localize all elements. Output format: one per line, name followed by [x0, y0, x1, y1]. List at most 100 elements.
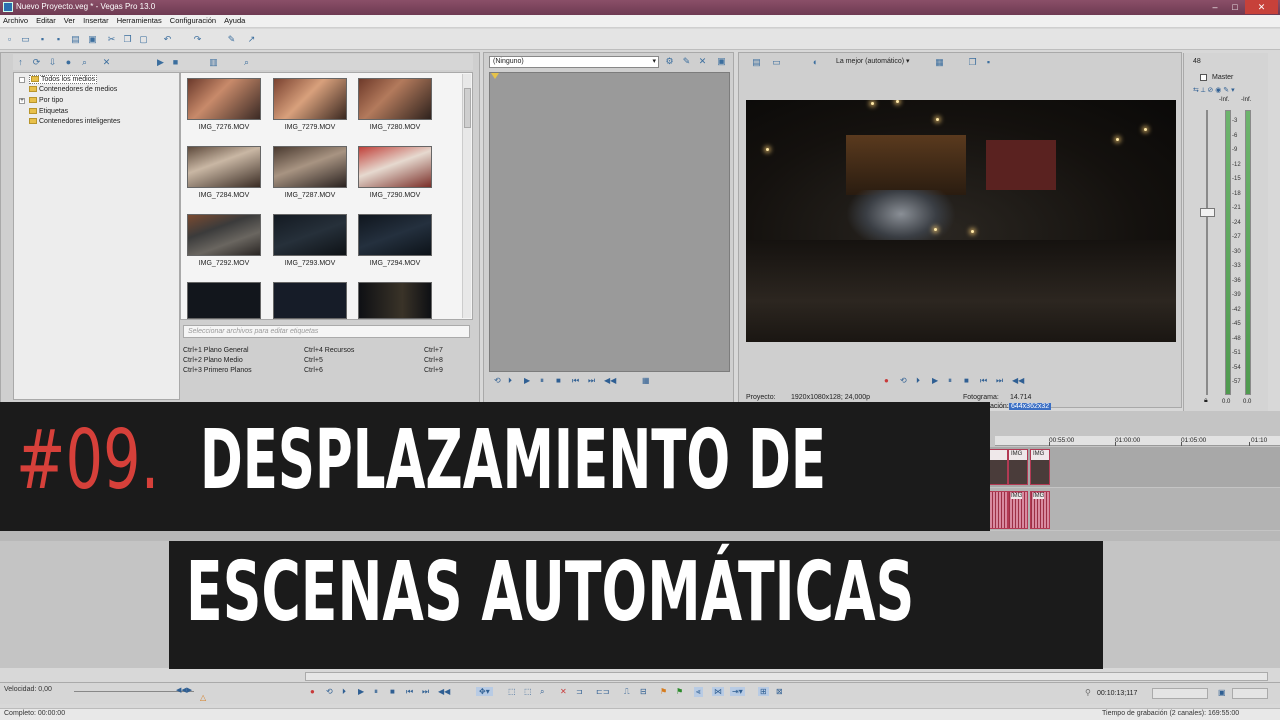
trimmer-tool-icon[interactable]: ⚙ — [664, 56, 675, 67]
menu-editar[interactable]: Editar — [33, 15, 59, 26]
next-icon[interactable]: ⏭ — [422, 687, 429, 697]
open-icon[interactable]: ▭ — [20, 34, 31, 45]
external-monitor-icon[interactable]: ▭ — [771, 57, 782, 68]
prev-icon[interactable]: ⏮ — [980, 376, 987, 386]
pause-icon[interactable]: ⏸ — [948, 376, 952, 386]
selection-length-field[interactable] — [1152, 688, 1208, 699]
master-properties-icon[interactable] — [1200, 74, 1207, 81]
region-icon[interactable]: ⚑ — [676, 687, 683, 696]
trimmer-tool-icon[interactable]: ✎ — [681, 56, 692, 67]
save-snapshot-icon[interactable]: ▪ — [983, 57, 994, 68]
cursor-timecode[interactable]: 00:10:13;117 — [1097, 690, 1137, 697]
media-thumbnail[interactable] — [187, 146, 261, 188]
media-thumbnail[interactable] — [187, 214, 261, 256]
record-icon[interactable]: ● — [310, 687, 315, 696]
video-clip[interactable]: IMG — [1030, 449, 1050, 485]
play-icon[interactable]: ▶ — [524, 376, 530, 385]
prev-icon[interactable]: ⏮ — [406, 687, 413, 697]
speed-marker-icon[interactable]: △ — [200, 693, 206, 702]
media-thumbnail[interactable] — [273, 78, 347, 120]
master-fx-icons[interactable]: ⇆ ⟂ ⊘ ◉ ✎ ▾ — [1193, 86, 1235, 95]
menu-insertar[interactable]: Insertar — [80, 15, 111, 26]
new-project-icon[interactable]: ▫ — [4, 34, 15, 45]
menu-configuracion[interactable]: Configuración — [167, 15, 219, 26]
next-icon[interactable]: ⏭ — [588, 376, 595, 386]
play-media-icon[interactable]: ▶ — [155, 57, 166, 68]
overlays-icon[interactable]: ▦ — [934, 57, 945, 68]
tree-item-todos[interactable]: Todos los medios — [29, 75, 98, 84]
expander[interactable]: + — [19, 98, 25, 104]
remove-icon[interactable]: ✕ — [101, 57, 112, 68]
timeline-scrollbar[interactable] — [305, 672, 1268, 681]
media-thumbnail[interactable] — [273, 282, 347, 319]
video-clip[interactable]: IMG — [1008, 449, 1028, 485]
media-thumbnail[interactable] — [273, 214, 347, 256]
delete-icon[interactable]: ✕ — [560, 687, 567, 696]
selection-tool-icon[interactable]: ⬚ — [524, 687, 532, 696]
prev-frame-icon[interactable]: ◀◀ — [1012, 376, 1024, 385]
normal-edit-tool-icon[interactable]: ✥▾ — [476, 687, 493, 696]
menu-ayuda[interactable]: Ayuda — [221, 15, 248, 26]
loop-icon[interactable]: ⟲ — [900, 376, 907, 385]
media-thumbnail[interactable] — [358, 282, 432, 319]
undo-icon[interactable]: ↶ — [162, 34, 173, 45]
record-icon[interactable]: ● — [884, 376, 889, 385]
video-clip[interactable] — [988, 449, 1008, 485]
preview-properties-icon[interactable]: ▤ — [751, 57, 762, 68]
zoom-tool-icon[interactable]: ⌕ — [540, 687, 544, 697]
stop-media-icon[interactable]: ■ — [170, 57, 181, 68]
media-thumbnail[interactable] — [358, 78, 432, 120]
meter-field[interactable] — [1232, 688, 1268, 699]
tree-item-etiquetas[interactable]: Etiquetas — [29, 108, 68, 115]
views-icon[interactable]: ▥ — [208, 57, 219, 68]
trimmer-preview-icon[interactable]: ▣ — [716, 56, 727, 67]
next-icon[interactable]: ⏭ — [996, 376, 1003, 386]
loop-icon[interactable]: ⟲ — [494, 376, 501, 385]
copy-icon[interactable]: ❐ — [122, 34, 133, 45]
render-icon[interactable]: ▤ — [70, 34, 81, 45]
media-thumbnail[interactable] — [187, 78, 261, 120]
tag-input[interactable]: Seleccionar archivos para editar etiquet… — [183, 325, 470, 338]
master-fader-knob[interactable] — [1200, 208, 1215, 217]
audio-clip[interactable]: IMG — [1008, 491, 1028, 529]
ignore-grouping-icon[interactable]: ⊠ — [776, 687, 783, 696]
edit-tool-icon[interactable]: ✎ — [226, 34, 237, 45]
split-icon[interactable]: ⎍ — [624, 687, 630, 697]
stop-icon[interactable]: ■ — [964, 376, 969, 385]
menu-ver[interactable]: Ver — [61, 15, 78, 26]
media-thumbnail[interactable] — [358, 146, 432, 188]
trimmer-media-select[interactable]: (Ninguno) ▾ — [489, 56, 659, 68]
envelope-tool-icon[interactable]: ⬚ — [508, 687, 516, 696]
lock-event-icon[interactable]: ⊟ — [640, 687, 647, 696]
import-icon[interactable]: ⇩ — [47, 57, 58, 68]
lock-icon[interactable]: 🔒︎ — [1204, 397, 1208, 405]
tree-item-por-tipo[interactable]: Por tipo — [29, 97, 63, 104]
maximize-button[interactable]: □ — [1225, 0, 1245, 14]
snapping-icon[interactable]: ⫷ — [694, 687, 703, 697]
trimmer-viewer[interactable] — [489, 72, 730, 372]
lock-envelopes-icon[interactable]: ⊞ — [758, 687, 769, 696]
audio-clip[interactable] — [988, 491, 1008, 529]
capture-icon[interactable]: ● — [63, 57, 74, 68]
expander[interactable] — [19, 77, 25, 83]
scrollbar-thumb[interactable] — [464, 88, 471, 128]
menu-herramientas[interactable]: Herramientas — [114, 15, 165, 26]
menu-archivo[interactable]: Archivo — [0, 15, 31, 26]
selection-icon[interactable]: ▦ — [642, 376, 650, 385]
audio-clip[interactable]: IMG — [1030, 491, 1050, 529]
whats-this-icon[interactable]: ↗ — [246, 34, 257, 45]
save-as-icon[interactable]: ▪ — [53, 34, 64, 45]
up-folder-icon[interactable]: ↑ — [15, 57, 26, 68]
close-button[interactable]: ✕ — [1245, 0, 1278, 14]
media-thumbnail[interactable] — [187, 282, 261, 319]
preview-quality-select[interactable]: La mejor (automático) ▾ — [836, 57, 910, 65]
prev-icon[interactable]: ⏮ — [572, 376, 579, 386]
pause-icon[interactable]: ⏸ — [374, 687, 378, 697]
loop-icon[interactable]: ⟲ — [326, 687, 333, 696]
clear-trimmer-icon[interactable]: ✕ — [697, 56, 708, 67]
play-from-start-icon[interactable]: ⏵ — [342, 687, 346, 697]
minimize-button[interactable]: – — [1205, 0, 1225, 14]
meter-icon[interactable]: ▣ — [1218, 688, 1226, 697]
properties-icon[interactable]: ▣ — [87, 34, 98, 45]
play-icon[interactable]: ▶ — [932, 376, 938, 385]
